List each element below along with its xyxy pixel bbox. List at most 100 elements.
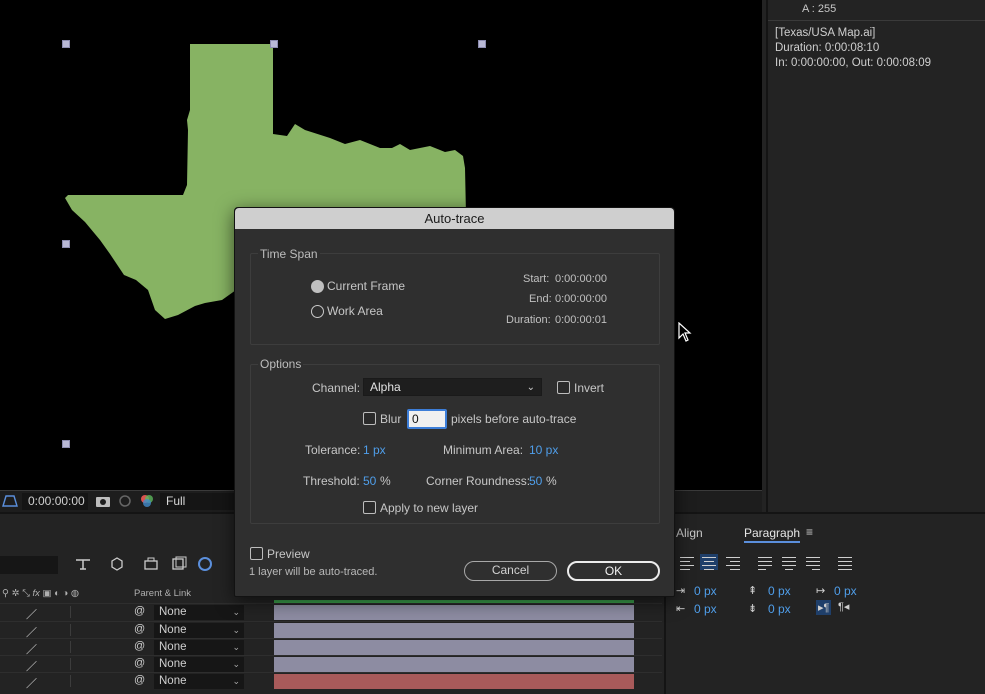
layer-duration-bar[interactable] xyxy=(274,605,634,620)
layer-row[interactable]: ／ @ None ⌄ xyxy=(0,655,662,673)
tab-align[interactable]: Align xyxy=(676,526,703,540)
transform-handle[interactable] xyxy=(270,40,278,48)
justify-right-icon[interactable] xyxy=(804,554,822,570)
parent-pickwhip-icon[interactable]: @ xyxy=(134,605,145,617)
space-before-icon: ⇞ xyxy=(748,585,758,597)
corner-roundness-value[interactable]: 50 xyxy=(529,474,542,488)
mask-icon[interactable] xyxy=(2,494,18,508)
first-line-indent-value[interactable]: 0 px xyxy=(834,584,857,598)
apply-new-layer-label[interactable]: Apply to new layer xyxy=(380,501,478,515)
preview-label[interactable]: Preview xyxy=(267,547,310,561)
current-time[interactable]: 0:00:00:00 xyxy=(22,493,88,510)
align-right-icon[interactable] xyxy=(724,554,742,570)
current-frame-label[interactable]: Current Frame xyxy=(327,279,405,293)
pencil-icon[interactable]: ／ xyxy=(26,675,37,691)
preview-checkbox[interactable] xyxy=(250,547,263,560)
layer-switches[interactable] xyxy=(70,675,122,687)
source-file: [Texas/USA Map.ai] xyxy=(775,27,876,39)
parent-pickwhip-icon[interactable]: @ xyxy=(134,674,145,686)
justify-center-icon[interactable] xyxy=(780,554,798,570)
space-after-value[interactable]: 0 px xyxy=(768,602,791,616)
cancel-button[interactable]: Cancel xyxy=(464,561,557,581)
parent-dropdown[interactable]: None ⌄ xyxy=(154,640,244,655)
layer-duration-bar[interactable] xyxy=(274,657,634,672)
indent-right-value[interactable]: 0 px xyxy=(694,602,717,616)
invert-label[interactable]: Invert xyxy=(574,381,604,395)
chevron-down-icon: ⌄ xyxy=(232,642,240,652)
snapshot-icon[interactable] xyxy=(95,494,111,508)
space-before-value[interactable]: 0 px xyxy=(768,584,791,598)
current-frame-radio[interactable] xyxy=(311,280,324,293)
layer-row[interactable]: ／ @ None ⌄ xyxy=(0,603,662,622)
transform-handle[interactable] xyxy=(62,240,70,248)
parent-dropdown[interactable]: None ⌄ xyxy=(154,657,244,672)
mouse-cursor-icon xyxy=(678,322,692,342)
tab-paragraph[interactable]: Paragraph xyxy=(744,526,801,543)
layer-switches[interactable] xyxy=(70,641,122,653)
channel-dropdown[interactable]: Alpha ⌄ xyxy=(363,378,542,396)
blur-suffix: pixels before auto-trace xyxy=(451,412,577,426)
justify-all-icon[interactable] xyxy=(836,554,854,570)
indent-left-value[interactable]: 0 px xyxy=(694,584,717,598)
frame-blending-icon[interactable] xyxy=(170,556,188,572)
shy-layers-icon[interactable] xyxy=(142,556,160,572)
duration-value: 0:00:00:01 xyxy=(555,314,607,326)
blur-label[interactable]: Blur xyxy=(380,412,401,426)
timeline-search-input[interactable] xyxy=(0,556,58,574)
layer-duration-bar[interactable] xyxy=(274,623,634,638)
blur-checkbox[interactable] xyxy=(363,412,376,425)
parent-pickwhip-icon[interactable]: @ xyxy=(134,623,145,635)
parent-link-header: Parent & Link xyxy=(134,588,192,599)
chevron-down-icon: ⌄ xyxy=(232,607,240,617)
parent-value: None xyxy=(159,606,187,618)
panel-menu-icon[interactable]: ≡ xyxy=(806,525,813,539)
apply-new-layer-checkbox[interactable] xyxy=(363,501,376,514)
indent-left-icon: ⇥ xyxy=(676,585,686,597)
blur-input[interactable]: 0 xyxy=(407,409,447,429)
parent-pickwhip-icon[interactable]: @ xyxy=(134,657,145,669)
comp-flowchart-icon[interactable] xyxy=(74,556,92,572)
chevron-down-icon: ⌄ xyxy=(232,659,240,669)
resolution-dropdown[interactable]: Full xyxy=(160,493,240,510)
source-duration: Duration: 0:00:08:10 xyxy=(775,42,880,54)
draft-3d-icon[interactable] xyxy=(108,556,126,572)
transform-handle[interactable] xyxy=(62,440,70,448)
layer-row[interactable]: ／ @ None ⌄ xyxy=(0,638,662,656)
rtl-direction-icon[interactable]: ¶◂ xyxy=(838,600,849,613)
parent-dropdown[interactable]: None ⌄ xyxy=(154,623,244,638)
layer-row[interactable]: ／ @ None ⌄ xyxy=(0,621,662,639)
work-area-label[interactable]: Work Area xyxy=(327,304,383,318)
transform-handle[interactable] xyxy=(478,40,486,48)
parent-value: None xyxy=(159,624,187,636)
layer-row[interactable]: ／ @ None ⌄ xyxy=(0,672,662,691)
ltr-direction-icon[interactable]: ▸¶ xyxy=(816,600,832,615)
transform-handle[interactable] xyxy=(62,40,70,48)
corner-roundness-label: Corner Roundness: xyxy=(426,474,531,488)
pencil-icon[interactable]: ／ xyxy=(26,606,37,622)
show-snapshot-icon[interactable] xyxy=(117,494,133,508)
parent-pickwhip-icon[interactable]: @ xyxy=(134,640,145,652)
chevron-down-icon: ⌄ xyxy=(232,625,240,635)
layer-switches[interactable] xyxy=(70,658,122,670)
align-left-icon[interactable] xyxy=(678,554,696,570)
min-area-value[interactable]: 10 px xyxy=(529,443,558,457)
work-area-radio[interactable] xyxy=(311,305,324,318)
motion-blur-icon[interactable] xyxy=(196,556,214,572)
parent-dropdown[interactable]: None ⌄ xyxy=(154,605,244,620)
layer-duration-bar[interactable] xyxy=(274,674,634,689)
layer-switches[interactable] xyxy=(70,624,122,636)
channel-value: Alpha xyxy=(370,380,401,394)
tolerance-value[interactable]: 1 px xyxy=(363,443,386,457)
layer-switches[interactable] xyxy=(70,606,122,618)
justify-left-icon[interactable] xyxy=(756,554,774,570)
align-center-icon[interactable] xyxy=(700,554,718,570)
channel-icon[interactable] xyxy=(139,494,155,508)
parent-dropdown[interactable]: None ⌄ xyxy=(154,674,244,689)
layer-duration-bar[interactable] xyxy=(274,640,634,655)
divider xyxy=(768,20,985,21)
threshold-value[interactable]: 50 xyxy=(363,474,376,488)
indent-right-icon: ⇤ xyxy=(676,603,686,615)
options-label: Options xyxy=(258,357,304,371)
ok-button[interactable]: OK xyxy=(567,561,660,581)
invert-checkbox[interactable] xyxy=(557,381,570,394)
